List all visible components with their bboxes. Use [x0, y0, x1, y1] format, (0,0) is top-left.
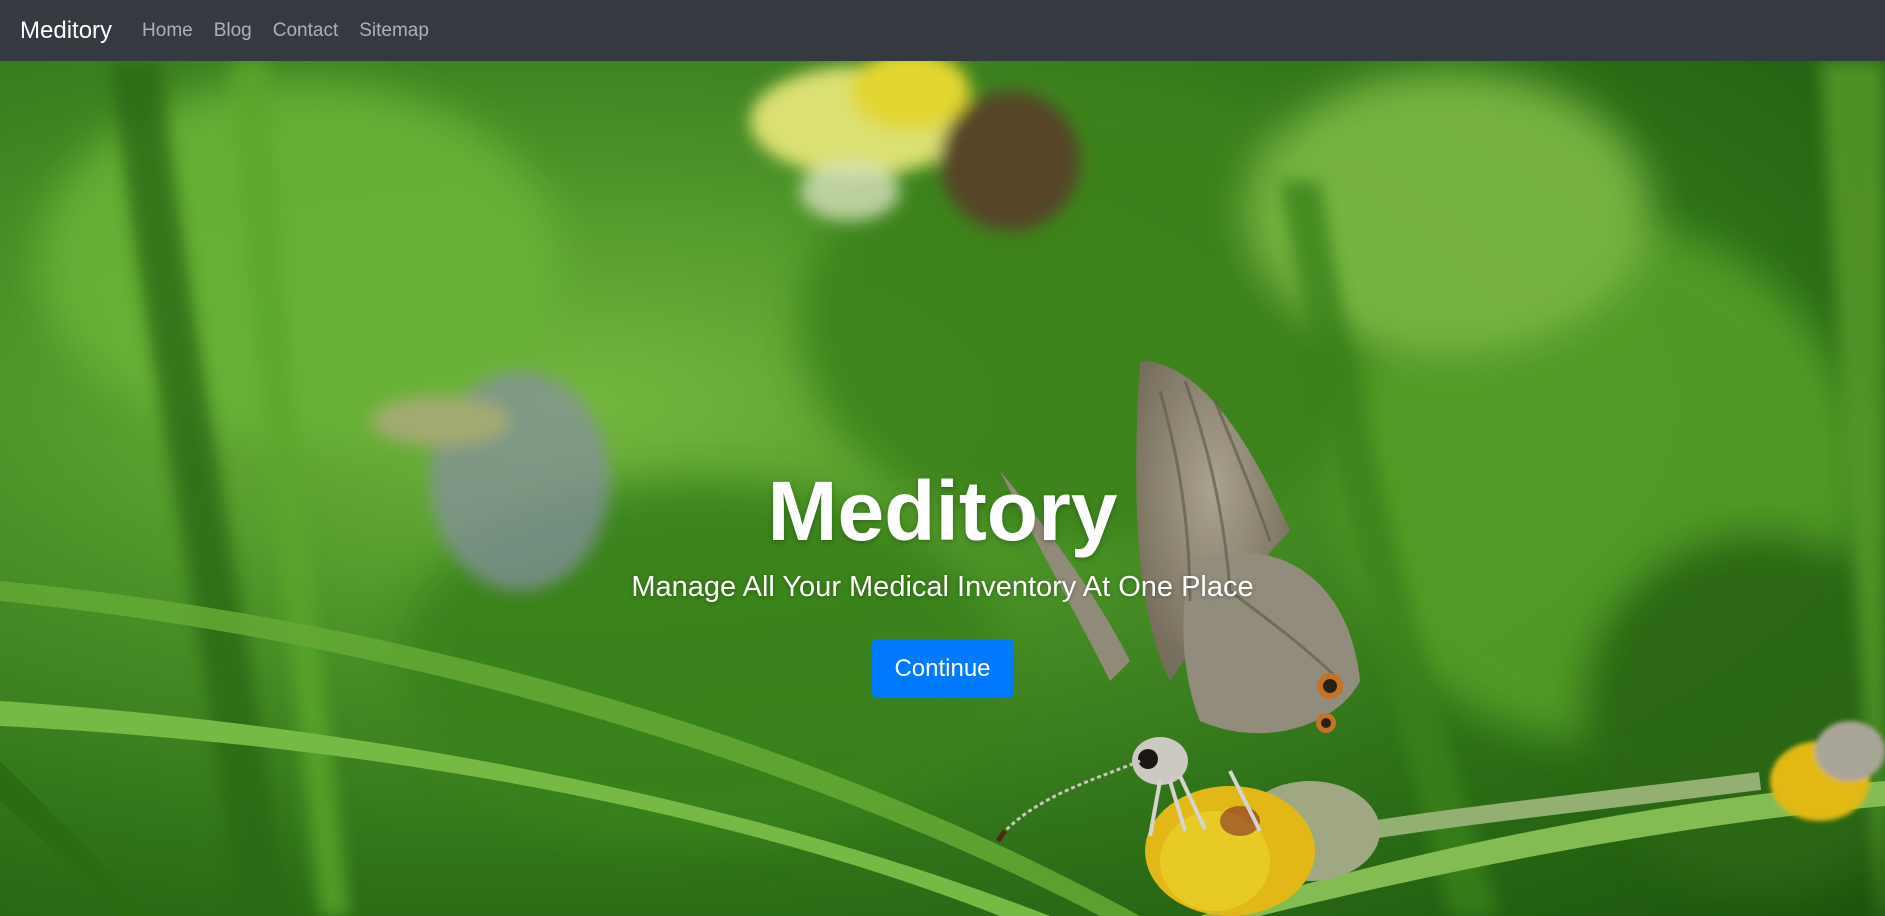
hero-title: Meditory	[767, 464, 1118, 558]
hero-content: Meditory Manage All Your Medical Invento…	[0, 461, 1885, 698]
navbar: Meditory Home Blog Contact Sitemap	[0, 0, 1885, 61]
hero-section: Meditory Manage All Your Medical Invento…	[0, 61, 1885, 916]
hero-subtitle: Manage All Your Medical Inventory At One…	[631, 571, 1254, 603]
nav-link-blog[interactable]: Blog	[214, 20, 252, 42]
brand-link[interactable]: Meditory	[20, 17, 112, 45]
nav-link-sitemap[interactable]: Sitemap	[359, 20, 429, 42]
nav-link-home[interactable]: Home	[142, 20, 193, 42]
nav-link-contact[interactable]: Contact	[273, 20, 338, 42]
continue-button[interactable]: Continue	[871, 639, 1014, 698]
